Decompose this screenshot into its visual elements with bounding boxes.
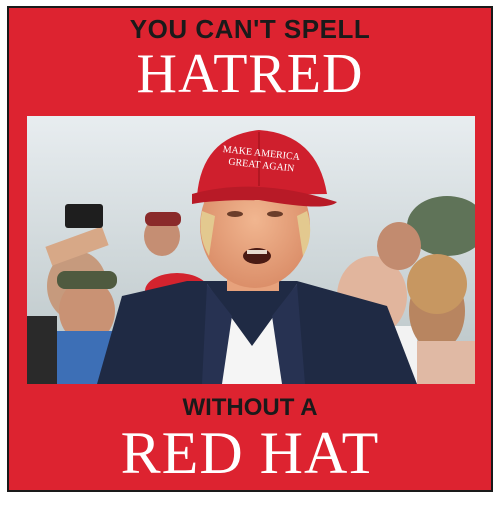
photo: MAKE AMERICA GREAT AGAIN <box>27 116 475 384</box>
top-caption: YOU CAN'T SPELL <box>129 14 371 44</box>
middle-caption: WITHOUT A <box>182 394 318 421</box>
photo-illustration: MAKE AMERICA GREAT AGAIN <box>27 116 475 384</box>
meme-frame: YOU CAN'T SPELL HATRED MAKE AMERICA GREA… <box>7 6 493 492</box>
phone-icon <box>65 204 103 228</box>
bottom-headline: RED HAT <box>120 420 380 486</box>
top-headline: HATRED <box>136 43 364 105</box>
